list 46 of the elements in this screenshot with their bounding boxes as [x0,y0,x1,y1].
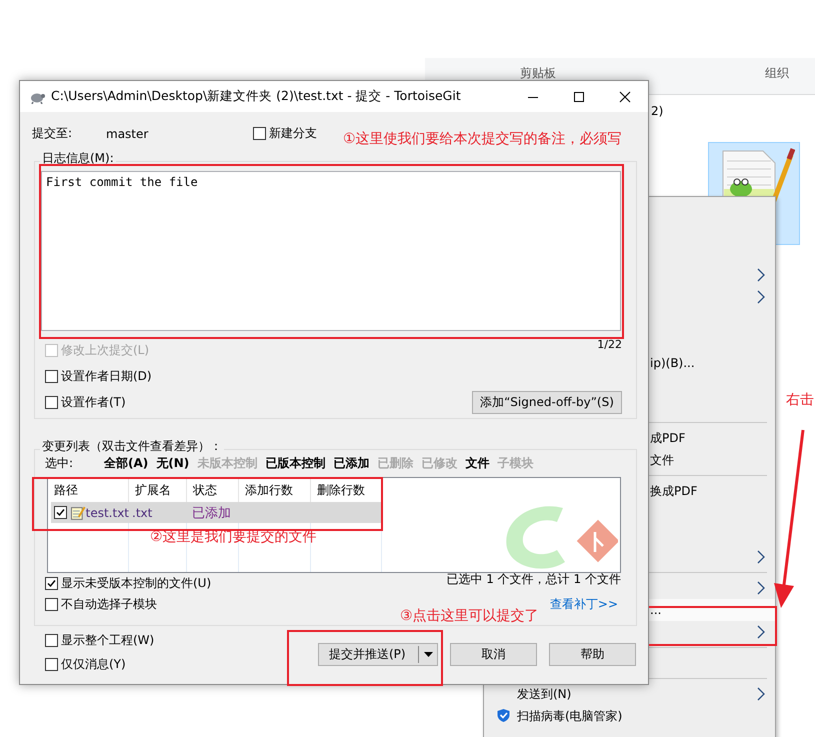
new-branch-checkbox[interactable]: 新建分支 [253,125,317,142]
close-icon[interactable] [619,90,631,102]
commit-to-label: 提交至: [32,125,74,142]
annotation-text: 右击 [786,391,814,409]
caret-icon [424,652,433,657]
select-label: 选中: [45,454,74,472]
dialog-button[interactable]: 帮助 [549,643,636,666]
dialog-button[interactable]: 取消 [450,643,537,666]
message-input[interactable]: First commit the file [41,171,621,331]
window-title: C:\Users\Admin\Desktop\新建文件夹 (2)\test.txt - 提交 - TortoiseGit [51,88,461,105]
menu-item[interactable]: 扫描病毒(电脑管家) [484,705,775,727]
character-counter: 1/22 [597,338,622,351]
branch-name: master [106,126,150,140]
checkmark-icon [46,578,57,589]
text-file-icon [70,504,86,520]
address-text: 2) [651,104,664,118]
ribbon-group-label: 剪贴板 [520,65,556,82]
filter-link[interactable]: 已添加 [333,454,370,472]
checkbox[interactable] [54,506,67,519]
table-cell-text: 已添加 [191,504,232,522]
annotation-text: ③点击这里可以提交了 [400,607,539,625]
filter-link[interactable]: 已版本控制 [265,454,326,472]
signoff-button[interactable]: 添加“Signed-off-by”(S) [472,390,622,414]
option-checkbox[interactable]: 不自动选择子模块 [45,596,157,613]
maximize-icon[interactable] [573,90,585,102]
commit-push-split-button[interactable]: 提交并推送(P) [318,643,438,666]
filter-link[interactable]: 全部(A) [104,454,148,472]
group-title: 变更列表（双击文件查看差异）： [40,439,224,453]
option-checkbox[interactable]: 显示未受版本控制的文件(U) [45,575,212,592]
file-row[interactable]: test.txt .txt 已添加 [51,502,382,523]
filter-link[interactable]: 文件 [465,454,490,472]
menu-item[interactable]: 发送到(N) [484,683,775,705]
option-checkbox[interactable]: 显示整个工程(W) [45,628,154,652]
table-cell: test.txt [86,506,129,520]
checkmark-icon [55,507,66,518]
view-patch-link[interactable]: 查看补丁>> [550,596,618,613]
option-checkbox[interactable]: 仅仅消息(Y) [45,652,154,676]
ribbon-group-label: 组织 [765,65,789,82]
option-checkbox[interactable]: 设置作者(T) [45,394,126,410]
table-cell-text: .txt [131,506,154,520]
filter-link[interactable]: 无(N) [156,454,190,472]
shield-icon [496,708,511,723]
group-title: 日志信息(M): [40,151,116,165]
option-checkbox[interactable]: 设置作者日期(D) [45,368,152,384]
selection-summary: 已选中 1 个文件，总计 1 个文件 [446,571,621,588]
annotation-text: ①这里使我们要给本次提交写的备注，必须写 [343,130,622,148]
